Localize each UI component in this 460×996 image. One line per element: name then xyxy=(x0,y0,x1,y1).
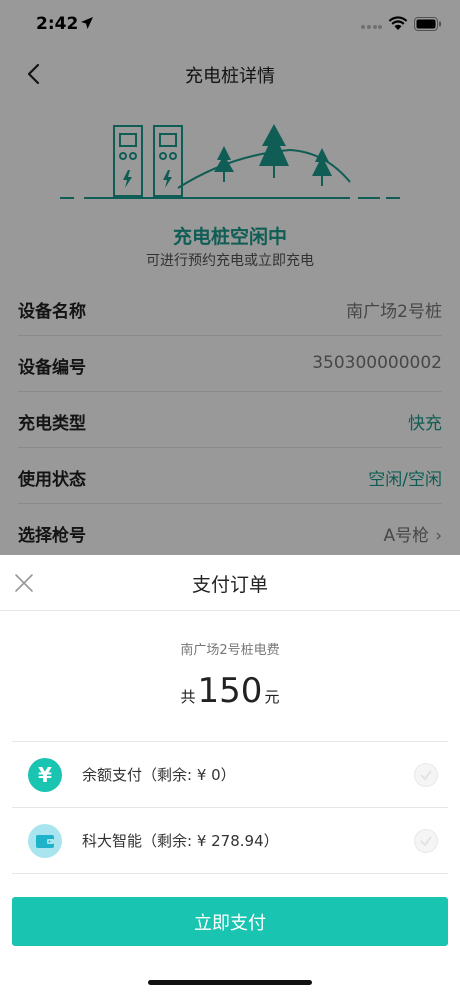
payment-method-balance[interactable]: ¥ 余额支付（剩余: ¥ 0） xyxy=(12,742,448,808)
payment-sheet: 支付订单 南广场2号桩电费 共150 元 ¥ 余额支付（剩余: ¥ 0） 科大智能… xyxy=(0,555,460,996)
payment-method-kedazhineng[interactable]: 科大智能（剩余: ¥ 278.94） xyxy=(12,808,448,874)
payment-method-label: 科大智能（剩余: ¥ 278.94） xyxy=(82,832,279,850)
payment-methods: ¥ 余额支付（剩余: ¥ 0） 科大智能（剩余: ¥ 278.94） xyxy=(12,741,448,874)
sheet-header: 支付订单 xyxy=(0,555,460,611)
sheet-title: 支付订单 xyxy=(191,574,268,596)
amount-suffix: 元 xyxy=(264,688,280,706)
amount-value: 150 xyxy=(197,671,263,711)
check-icon[interactable] xyxy=(414,763,438,787)
amount-prefix: 共 xyxy=(180,688,196,706)
pay-now-button[interactable]: 立即支付 xyxy=(12,897,448,946)
order-description: 南广场2号桩电费 xyxy=(180,643,280,658)
check-icon[interactable] xyxy=(414,829,438,853)
wallet-icon xyxy=(28,824,62,858)
home-indicator xyxy=(148,980,312,985)
order-amount: 共150 元 xyxy=(0,671,460,711)
payment-method-label: 余额支付（剩余: ¥ 0） xyxy=(82,766,236,784)
yuan-icon: ¥ xyxy=(28,758,62,792)
